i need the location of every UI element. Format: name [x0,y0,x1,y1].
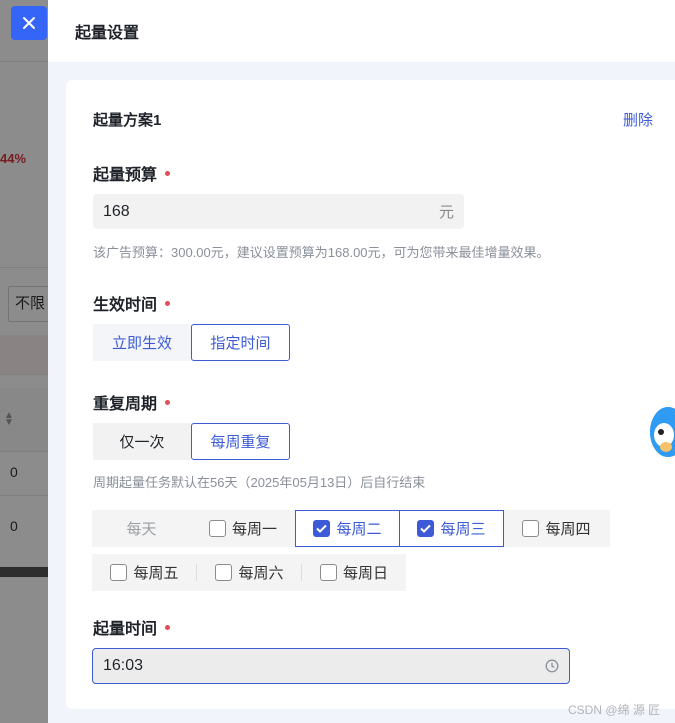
repeat-cycle-label: 重复周期 [93,390,171,414]
effective-time-label-text: 生效时间 [93,297,158,314]
required-dot [165,171,171,177]
weekday-thu[interactable]: 每周四 [504,510,609,547]
weekday-label: 每周四 [545,521,591,538]
budget-label-text: 起量预算 [93,167,158,184]
checkbox-icon [215,564,233,581]
plan-card: 起量方案1 删除 起量预算 168 元 该广告预算：300.00元，建议设置预算… [66,80,675,709]
option-immediate[interactable]: 立即生效 [93,324,191,361]
weekday-label: 每周日 [342,565,388,582]
effective-time-label: 生效时间 [93,291,171,315]
option-weekly[interactable]: 每周重复 [191,423,290,460]
weekday-label: 每周二 [336,521,382,538]
weekday-fri[interactable]: 每周五 [92,554,197,591]
weekday-row-1: 每天 每周一 每周二 每周三 每周四 [92,510,610,547]
checkbox-icon [208,520,226,537]
checkbox-icon [319,564,337,581]
effective-time-segment: 立即生效 指定时间 [93,324,290,361]
weekday-label: 每周六 [238,565,284,582]
option-once[interactable]: 仅一次 [93,423,191,460]
drawer-title: 起量设置 [75,25,140,42]
budget-hint: 该广告预算：300.00元，建议设置预算为168.00元，可为您带来最佳增量效果… [93,245,550,260]
weekday-every-day[interactable]: 每天 [92,510,191,547]
watermark: CSDN @绵 源 匠 [568,703,661,717]
close-icon [23,17,35,29]
checkbox-checked-icon [417,520,435,537]
drawer: 起量设置 起量方案1 删除 起量预算 168 元 该广告预算：300.00元，建… [48,0,675,723]
repeat-cycle-label-text: 重复周期 [93,396,158,413]
checkbox-icon [522,520,540,537]
drawer-body: 起量方案1 删除 起量预算 168 元 该广告预算：300.00元，建议设置预算… [48,62,675,723]
weekday-sat[interactable]: 每周六 [197,554,302,591]
weekday-sun[interactable]: 每周日 [302,554,406,591]
weekday-wed[interactable]: 每周三 [399,510,504,547]
weekday-label: 每天 [126,521,157,538]
close-button[interactable] [11,6,47,40]
required-dot [165,301,171,307]
checkbox-icon [110,564,128,581]
budget-unit: 元 [438,204,454,221]
plan-title: 起量方案1 [93,112,162,129]
weekday-row-2: 每周五 每周六 每周日 [92,554,406,591]
start-time-label: 起量时间 [93,615,171,639]
clock-icon [545,659,559,673]
option-specified-time[interactable]: 指定时间 [191,324,290,361]
weekday-tue[interactable]: 每周二 [295,510,400,547]
start-time-value: 16:03 [103,657,144,674]
weekday-label: 每周三 [440,521,486,538]
repeat-cycle-hint: 周期起量任务默认在56天（2025年05月13日）后自行结束 [93,475,426,490]
budget-value: 168 [103,202,130,220]
delete-plan-link[interactable]: 删除 [623,109,653,130]
modal-mask [0,0,48,723]
weekday-mon[interactable]: 每周一 [191,510,295,547]
start-time-label-text: 起量时间 [93,621,158,638]
required-dot [165,400,171,406]
budget-label: 起量预算 [93,161,171,185]
repeat-cycle-segment: 仅一次 每周重复 [93,423,290,460]
weekday-label: 每周一 [231,521,277,538]
checkbox-checked-icon [313,520,331,537]
budget-input[interactable]: 168 元 [93,194,464,229]
required-dot [165,625,171,631]
weekday-label: 每周五 [133,565,179,582]
background-page: 44% 不限 ▲ ▼ 0 0 [0,0,48,723]
start-time-input[interactable]: 16:03 [92,648,570,684]
